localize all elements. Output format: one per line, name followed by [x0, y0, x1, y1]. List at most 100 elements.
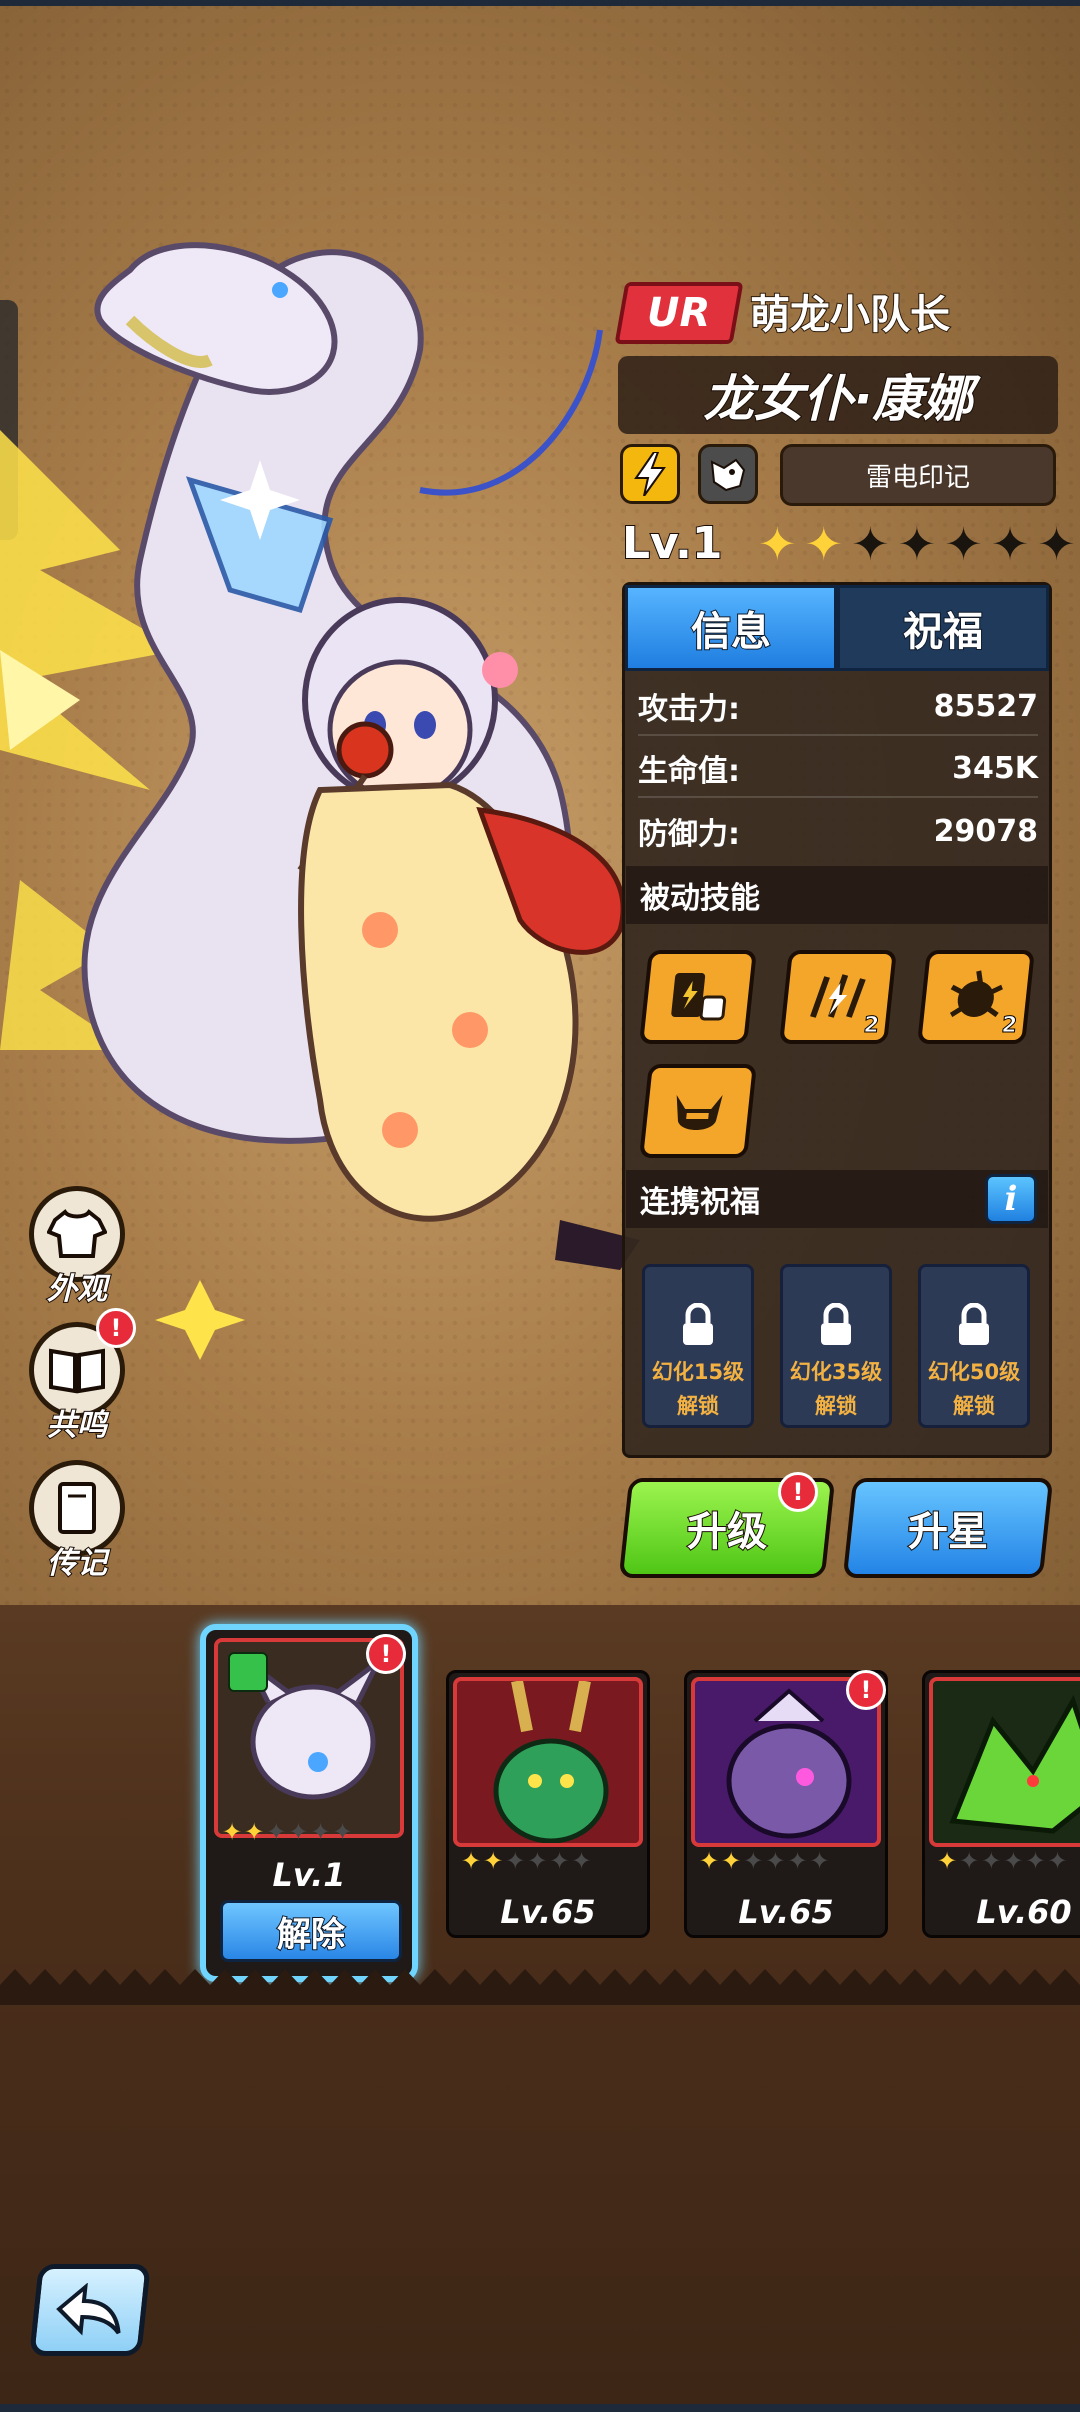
- star-empty-icon: ✦: [787, 1847, 808, 1875]
- hero-card[interactable]: ✦ ✦ ✦ ✦ ✦ ✦ Lv.65: [684, 1670, 888, 1938]
- upgrade-label: 升级: [686, 1508, 768, 1556]
- rarity-badge: UR: [614, 282, 744, 344]
- star-empty-icon: ✦: [505, 1847, 526, 1875]
- stat-attack: 攻击力: 85527: [638, 678, 1038, 736]
- info-button[interactable]: i: [985, 1174, 1037, 1224]
- stat-value: 345K: [952, 750, 1038, 786]
- character-name: 龙女仆·康娜: [703, 369, 974, 429]
- hero-level: Lv.60: [976, 1893, 1072, 1931]
- stat-label: 防御力:: [638, 817, 740, 852]
- bond-slot-locked[interactable]: 幻化35级解锁: [780, 1264, 892, 1428]
- star-empty-icon: ✦: [981, 1847, 1002, 1875]
- panel-tabs: 信息 祝福: [625, 585, 1049, 671]
- star-empty-icon: ✦: [571, 1847, 592, 1875]
- unlock-text: 解锁: [676, 1394, 719, 1418]
- star-filled-icon: ✦: [222, 1818, 243, 1846]
- stat-value: 85527: [933, 688, 1038, 724]
- hero-card[interactable]: ✦ ✦ ✦ ✦ ✦ ✦ Lv.60: [922, 1670, 1080, 1938]
- star-empty-icon: ✦: [549, 1847, 570, 1875]
- side-label: 共鸣: [46, 1407, 108, 1444]
- unlock-text: 解锁: [814, 1394, 857, 1418]
- star-up-label: 升星: [907, 1508, 989, 1556]
- star-empty-icon: ✦: [1037, 517, 1076, 571]
- star-filled-icon: ✦: [244, 1818, 265, 1846]
- star-rating: ✦ ✦ ✦ ✦ ✦ ✦ ✦: [758, 520, 1076, 568]
- star-up-button[interactable]: 升星: [842, 1478, 1054, 1578]
- tab-blessing[interactable]: 祝福: [837, 585, 1049, 671]
- rarity-text: UR: [647, 290, 711, 336]
- hero-card[interactable]: ✦ ✦ ✦ ✦ ✦ ✦ Lv.65: [446, 1670, 650, 1938]
- team-slot-icon: [228, 1652, 268, 1692]
- character-level: Lv.1: [621, 517, 723, 570]
- passive-skills-header: 被动技能: [626, 866, 1048, 924]
- bond-slot-locked[interactable]: 幻化15级解锁: [642, 1264, 754, 1428]
- star-empty-icon: ✦: [959, 1847, 980, 1875]
- stat-label: 攻击力:: [638, 692, 740, 727]
- star-empty-icon: ✦: [944, 517, 983, 571]
- kanna-girl: [297, 597, 640, 1270]
- stat-value: 29078: [933, 813, 1038, 849]
- lock-icon: [683, 1303, 713, 1345]
- beast-class-icon[interactable]: [698, 444, 758, 504]
- roster-divider: [0, 1969, 1080, 2005]
- hero-level: Lv.65: [500, 1893, 596, 1931]
- alert-badge: !: [366, 1634, 406, 1674]
- card-dice-icon[interactable]: [639, 950, 757, 1044]
- mark-label[interactable]: 雷电印记: [780, 444, 1056, 506]
- tab-info[interactable]: 信息: [625, 585, 837, 671]
- team-title: 萌龙小队长: [749, 291, 951, 339]
- bond-slot-locked[interactable]: 幻化50级 解锁: [918, 1264, 1030, 1428]
- bottom-border: [0, 2404, 1080, 2412]
- back-button[interactable]: [29, 2264, 151, 2356]
- star-filled-icon: ✦: [483, 1847, 504, 1875]
- star-empty-icon: ✦: [288, 1818, 309, 1846]
- selected-hero-card[interactable]: ✦ ✦ ✦ ✦ ✦ ✦ Lv.1 解除: [200, 1624, 418, 1982]
- lock-icon: [821, 1303, 851, 1345]
- alert-badge: !: [846, 1670, 886, 1710]
- stat-hp: 生命值: 345K: [638, 740, 1038, 798]
- star-filled-icon: ✦: [461, 1847, 482, 1875]
- unlock-condition: 幻化15级: [651, 1360, 745, 1384]
- star-empty-icon: ✦: [527, 1847, 548, 1875]
- top-border: [0, 0, 1080, 6]
- dragon-eye: [272, 282, 288, 298]
- biography-button[interactable]: 传记: [28, 1460, 126, 1582]
- hero-level: Lv.1: [272, 1856, 346, 1894]
- orb-burst-icon[interactable]: 2: [917, 950, 1035, 1044]
- skill-count: 2: [1000, 1013, 1019, 1039]
- hero-stars: ✦ ✦ ✦ ✦ ✦ ✦: [937, 1847, 1068, 1875]
- unlock-condition: 幻化35级: [789, 1360, 883, 1384]
- star-empty-icon: ✦: [897, 517, 937, 571]
- hero-portrait: [453, 1677, 643, 1847]
- star-filled-icon: ✦: [804, 517, 844, 571]
- alert-badge: !: [96, 1308, 136, 1348]
- star-empty-icon: ✦: [310, 1818, 331, 1846]
- star-empty-icon: ✦: [332, 1818, 353, 1846]
- lightning-element-icon[interactable]: [620, 444, 680, 504]
- star-filled-icon: ✦: [699, 1847, 720, 1875]
- star-empty-icon: ✦: [851, 517, 890, 571]
- stat-label: 生命值:: [638, 754, 740, 789]
- star-empty-icon: ✦: [743, 1847, 764, 1875]
- appearance-button[interactable]: 外观: [28, 1186, 126, 1308]
- star-filled-icon: ✦: [758, 517, 797, 571]
- star-empty-icon: ✦: [266, 1818, 287, 1846]
- lock-icon: [959, 1303, 989, 1345]
- star-filled-icon: ✦: [937, 1847, 958, 1875]
- leash-string: [419, 329, 603, 496]
- star-empty-icon: ✦: [990, 517, 1030, 571]
- alert-badge: !: [778, 1472, 818, 1512]
- star-empty-icon: ✦: [765, 1847, 786, 1875]
- star-empty-icon: ✦: [1025, 1847, 1046, 1875]
- side-label: 外观: [46, 1271, 108, 1308]
- horned-helmet-icon[interactable]: [639, 1064, 757, 1158]
- hero-stars: ✦ ✦ ✦ ✦ ✦ ✦: [222, 1818, 353, 1846]
- skill-count: 2: [862, 1013, 881, 1039]
- star-empty-icon: ✦: [1003, 1847, 1024, 1875]
- stat-defense: 防御力: 29078: [638, 802, 1038, 860]
- side-label: 传记: [46, 1545, 108, 1582]
- release-button[interactable]: 解除: [220, 1900, 402, 1962]
- lightning-claw-icon[interactable]: 2: [779, 950, 897, 1044]
- candy-apple: [336, 721, 394, 779]
- back-arrow-icon: [56, 2283, 121, 2336]
